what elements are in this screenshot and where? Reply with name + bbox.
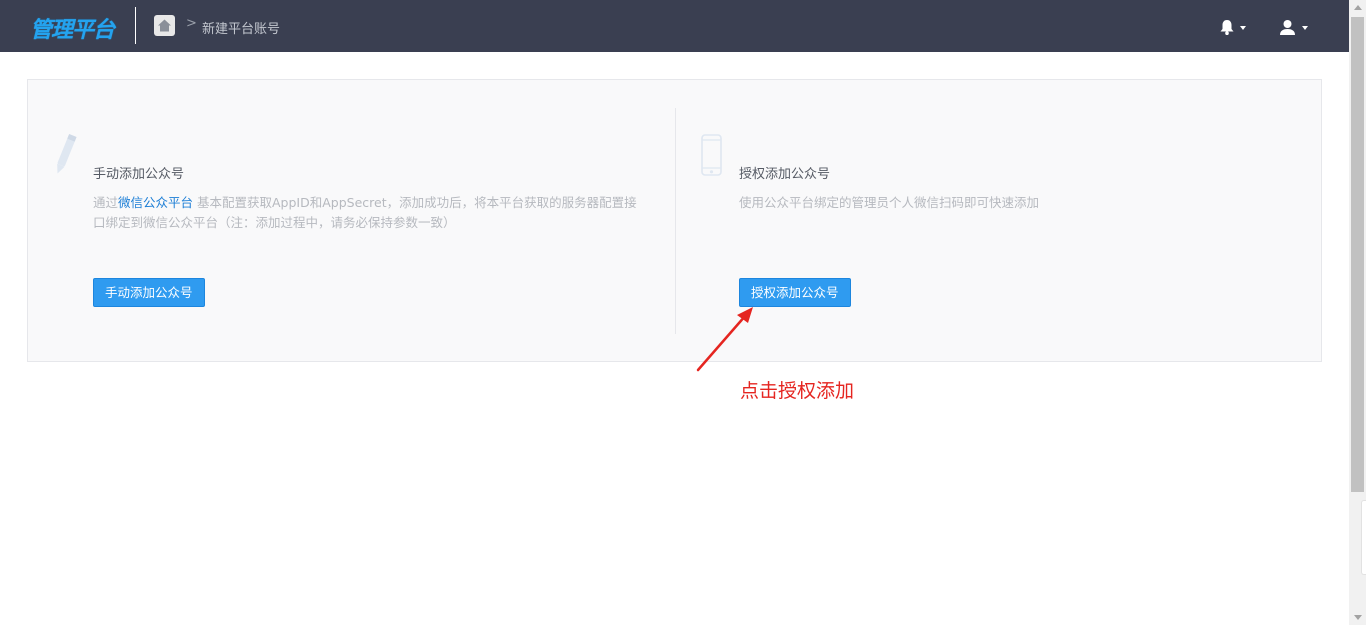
notifications-dropdown[interactable] [1219, 19, 1249, 37]
auth-section-title: 授权添加公众号 [739, 167, 831, 182]
phone-icon [701, 134, 722, 176]
app-logo[interactable]: 管理平台 [30, 12, 115, 44]
logo-divider [135, 7, 136, 44]
manual-desc-line1: 基本配置获取AppID和AppSecret，添加成功后，将本平台获取的服务器配置… [193, 195, 637, 210]
manual-desc-prefix: 通过 [93, 195, 119, 210]
breadcrumb-current: 新建平台账号 [202, 22, 281, 37]
auth-add-button[interactable]: 授权添加公众号 [739, 278, 851, 307]
home-icon[interactable] [154, 15, 175, 36]
annotation-text: 点击授权添加 [740, 380, 855, 402]
breadcrumb-separator-icon: > [186, 16, 197, 31]
wechat-platform-link[interactable]: 微信公众平台 [118, 195, 193, 210]
add-account-panel: 手动添加公众号 通过微信公众平台 基本配置获取AppID和AppSecret，添… [27, 79, 1322, 362]
scroll-down-icon[interactable] [1354, 615, 1362, 620]
manual-section-title: 手动添加公众号 [93, 167, 185, 182]
column-divider [675, 108, 676, 334]
manual-section-description: 通过微信公众平台 基本配置获取AppID和AppSecret，添加成功后，将本平… [93, 193, 653, 233]
auth-section-description: 使用公众平台绑定的管理员个人微信扫码即可快速添加 [739, 195, 1040, 210]
manual-add-button[interactable]: 手动添加公众号 [93, 278, 205, 307]
side-float-widget[interactable] [1361, 500, 1366, 575]
annotation-arrow-icon [696, 307, 753, 372]
chevron-down-icon [1302, 26, 1308, 30]
scroll-up-icon[interactable] [1354, 5, 1362, 10]
pen-icon [57, 134, 77, 174]
manual-desc-line2: 口绑定到微信公众平台（注：添加过程中，请务必保持参数一致） [93, 215, 456, 230]
user-icon [1280, 20, 1295, 35]
top-navbar: 管理平台 > 新建平台账号 [0, 0, 1349, 52]
scrollbar-thumb[interactable] [1351, 17, 1364, 492]
user-menu-dropdown[interactable] [1279, 19, 1311, 37]
chevron-down-icon [1240, 26, 1246, 30]
bell-icon [1220, 20, 1234, 35]
